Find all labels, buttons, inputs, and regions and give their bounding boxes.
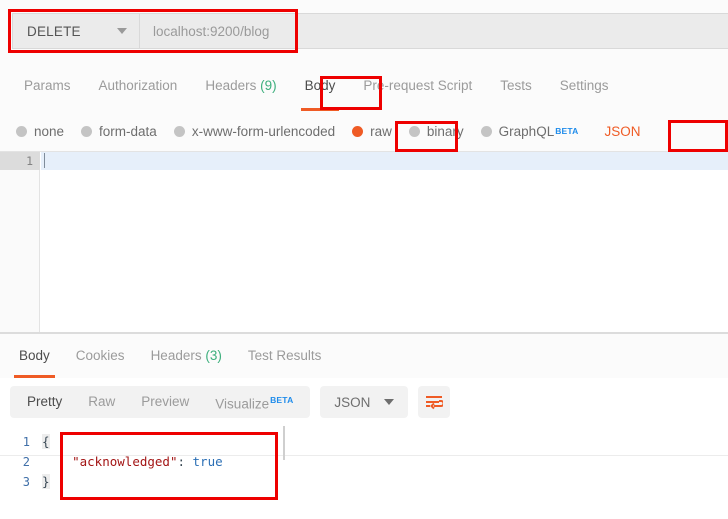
code-line-number: 2 bbox=[22, 455, 30, 469]
tab-headers-label: Headers bbox=[205, 78, 257, 93]
response-tab-test-results-label: Test Results bbox=[247, 348, 322, 363]
response-view-preview[interactable]: Preview bbox=[128, 386, 202, 418]
response-tabs: Body Cookies Headers (3) Test Results bbox=[0, 334, 728, 378]
radio-selected-icon bbox=[352, 125, 364, 137]
code-line: 1 { bbox=[0, 432, 728, 452]
url-strip: DELETE localhost:9200/blog bbox=[12, 13, 728, 49]
request-editor-gutter: 1 bbox=[0, 152, 40, 332]
body-type-none[interactable]: none bbox=[16, 124, 64, 139]
response-code: 1 { 2 "acknowledged": true 3 } bbox=[0, 432, 728, 492]
response-view-visualize[interactable]: VisualizeBETA bbox=[202, 384, 306, 421]
code-line-number: 3 bbox=[22, 475, 30, 489]
json-key: "acknowledged" bbox=[72, 454, 178, 469]
tab-tests[interactable]: Tests bbox=[486, 61, 546, 111]
code-line-number: 1 bbox=[22, 435, 30, 449]
body-type-raw-label: raw bbox=[370, 123, 392, 139]
request-tabs: Params Authorization Headers (9) Body Pr… bbox=[0, 61, 728, 111]
body-type-binary[interactable]: binary bbox=[408, 123, 464, 139]
word-wrap-button[interactable] bbox=[418, 386, 451, 418]
response-view-preview-label: Preview bbox=[141, 394, 190, 409]
json-value: true bbox=[192, 454, 223, 469]
radio-icon bbox=[173, 125, 185, 137]
body-type-graphql-label: GraphQL bbox=[498, 123, 555, 139]
request-editor-active-line bbox=[41, 152, 728, 170]
body-format-label: JSON bbox=[604, 123, 641, 139]
json-close-brace: } bbox=[42, 474, 50, 489]
body-type-urlencoded[interactable]: x-www-form-urlencoded bbox=[173, 123, 336, 139]
response-view-raw[interactable]: Raw bbox=[75, 386, 128, 418]
tab-params[interactable]: Params bbox=[10, 61, 85, 111]
response-tab-headers[interactable]: Headers (3) bbox=[138, 334, 235, 378]
json-colon: : bbox=[177, 454, 185, 469]
tab-tests-label: Tests bbox=[500, 78, 532, 93]
response-toolbar: Pretty Raw Preview VisualizeBETA JSON bbox=[0, 378, 728, 426]
response-view-pretty-label: Pretty bbox=[27, 394, 63, 409]
radio-icon bbox=[16, 125, 27, 137]
response-tab-headers-count: (3) bbox=[205, 348, 222, 363]
radio-icon bbox=[408, 125, 420, 137]
tab-pre-request-script-label: Pre-request Script bbox=[363, 78, 473, 93]
tab-headers-count: (9) bbox=[260, 78, 277, 93]
body-type-graphql[interactable]: GraphQL BETA bbox=[480, 123, 579, 139]
response-view-switcher: Pretty Raw Preview VisualizeBETA bbox=[10, 384, 311, 421]
tab-pre-request-script[interactable]: Pre-request Script bbox=[349, 61, 486, 111]
visualize-beta-badge: BETA bbox=[270, 394, 294, 405]
tab-settings[interactable]: Settings bbox=[546, 61, 623, 111]
response-tab-headers-label: Headers bbox=[150, 348, 202, 363]
word-wrap-icon bbox=[426, 396, 444, 410]
http-method-dropdown[interactable]: DELETE bbox=[13, 14, 140, 48]
tab-body-label: Body bbox=[304, 78, 336, 93]
response-tab-body-label: Body bbox=[19, 348, 50, 363]
tab-settings-label: Settings bbox=[559, 78, 609, 93]
chevron-down-icon bbox=[117, 28, 127, 34]
body-type-raw[interactable]: raw bbox=[352, 124, 392, 139]
json-open-brace: { bbox=[42, 434, 50, 449]
text-cursor bbox=[44, 153, 45, 168]
response-format-label: JSON bbox=[334, 394, 371, 410]
chevron-down-icon bbox=[384, 399, 395, 405]
response-view-raw-label: Raw bbox=[88, 394, 116, 409]
response-tab-body[interactable]: Body bbox=[6, 334, 63, 378]
radio-icon bbox=[81, 125, 93, 137]
response-view-visualize-label: Visualize bbox=[215, 396, 270, 412]
body-format-dropdown[interactable]: JSON bbox=[605, 124, 641, 139]
tab-params-label: Params bbox=[24, 78, 71, 93]
body-type-form-data[interactable]: form-data bbox=[81, 124, 157, 139]
response-format-dropdown[interactable]: JSON bbox=[320, 386, 409, 418]
request-line-number: 1 bbox=[0, 152, 40, 170]
tab-authorization[interactable]: Authorization bbox=[85, 61, 192, 111]
tab-headers[interactable]: Headers (9) bbox=[191, 61, 290, 111]
body-type-none-label: none bbox=[34, 123, 65, 139]
body-type-options: none form-data x-www-form-urlencoded raw… bbox=[0, 111, 728, 151]
request-url-bar: DELETE localhost:9200/blog bbox=[0, 0, 728, 61]
response-tab-test-results[interactable]: Test Results bbox=[235, 334, 335, 378]
response-view-pretty[interactable]: Pretty bbox=[14, 386, 75, 418]
body-type-urlencoded-label: x-www-form-urlencoded bbox=[191, 123, 336, 139]
request-url-input[interactable]: localhost:9200/blog bbox=[140, 14, 728, 48]
request-body-editor[interactable]: 1 bbox=[0, 151, 728, 332]
body-type-binary-label: binary bbox=[426, 123, 464, 139]
tab-authorization-label: Authorization bbox=[98, 78, 178, 93]
http-method-label: DELETE bbox=[27, 23, 81, 39]
tab-body[interactable]: Body bbox=[291, 61, 350, 111]
radio-icon bbox=[480, 125, 492, 137]
response-body-viewer[interactable]: 1 { 2 "acknowledged": true 3 } bbox=[0, 426, 728, 519]
code-line: 3 } bbox=[0, 472, 728, 492]
response-tab-cookies[interactable]: Cookies bbox=[63, 334, 138, 378]
response-tab-cookies-label: Cookies bbox=[75, 348, 125, 363]
body-type-form-data-label: form-data bbox=[99, 123, 157, 139]
code-line: 2 "acknowledged": true bbox=[0, 452, 728, 472]
graphql-beta-badge: BETA bbox=[555, 126, 579, 136]
